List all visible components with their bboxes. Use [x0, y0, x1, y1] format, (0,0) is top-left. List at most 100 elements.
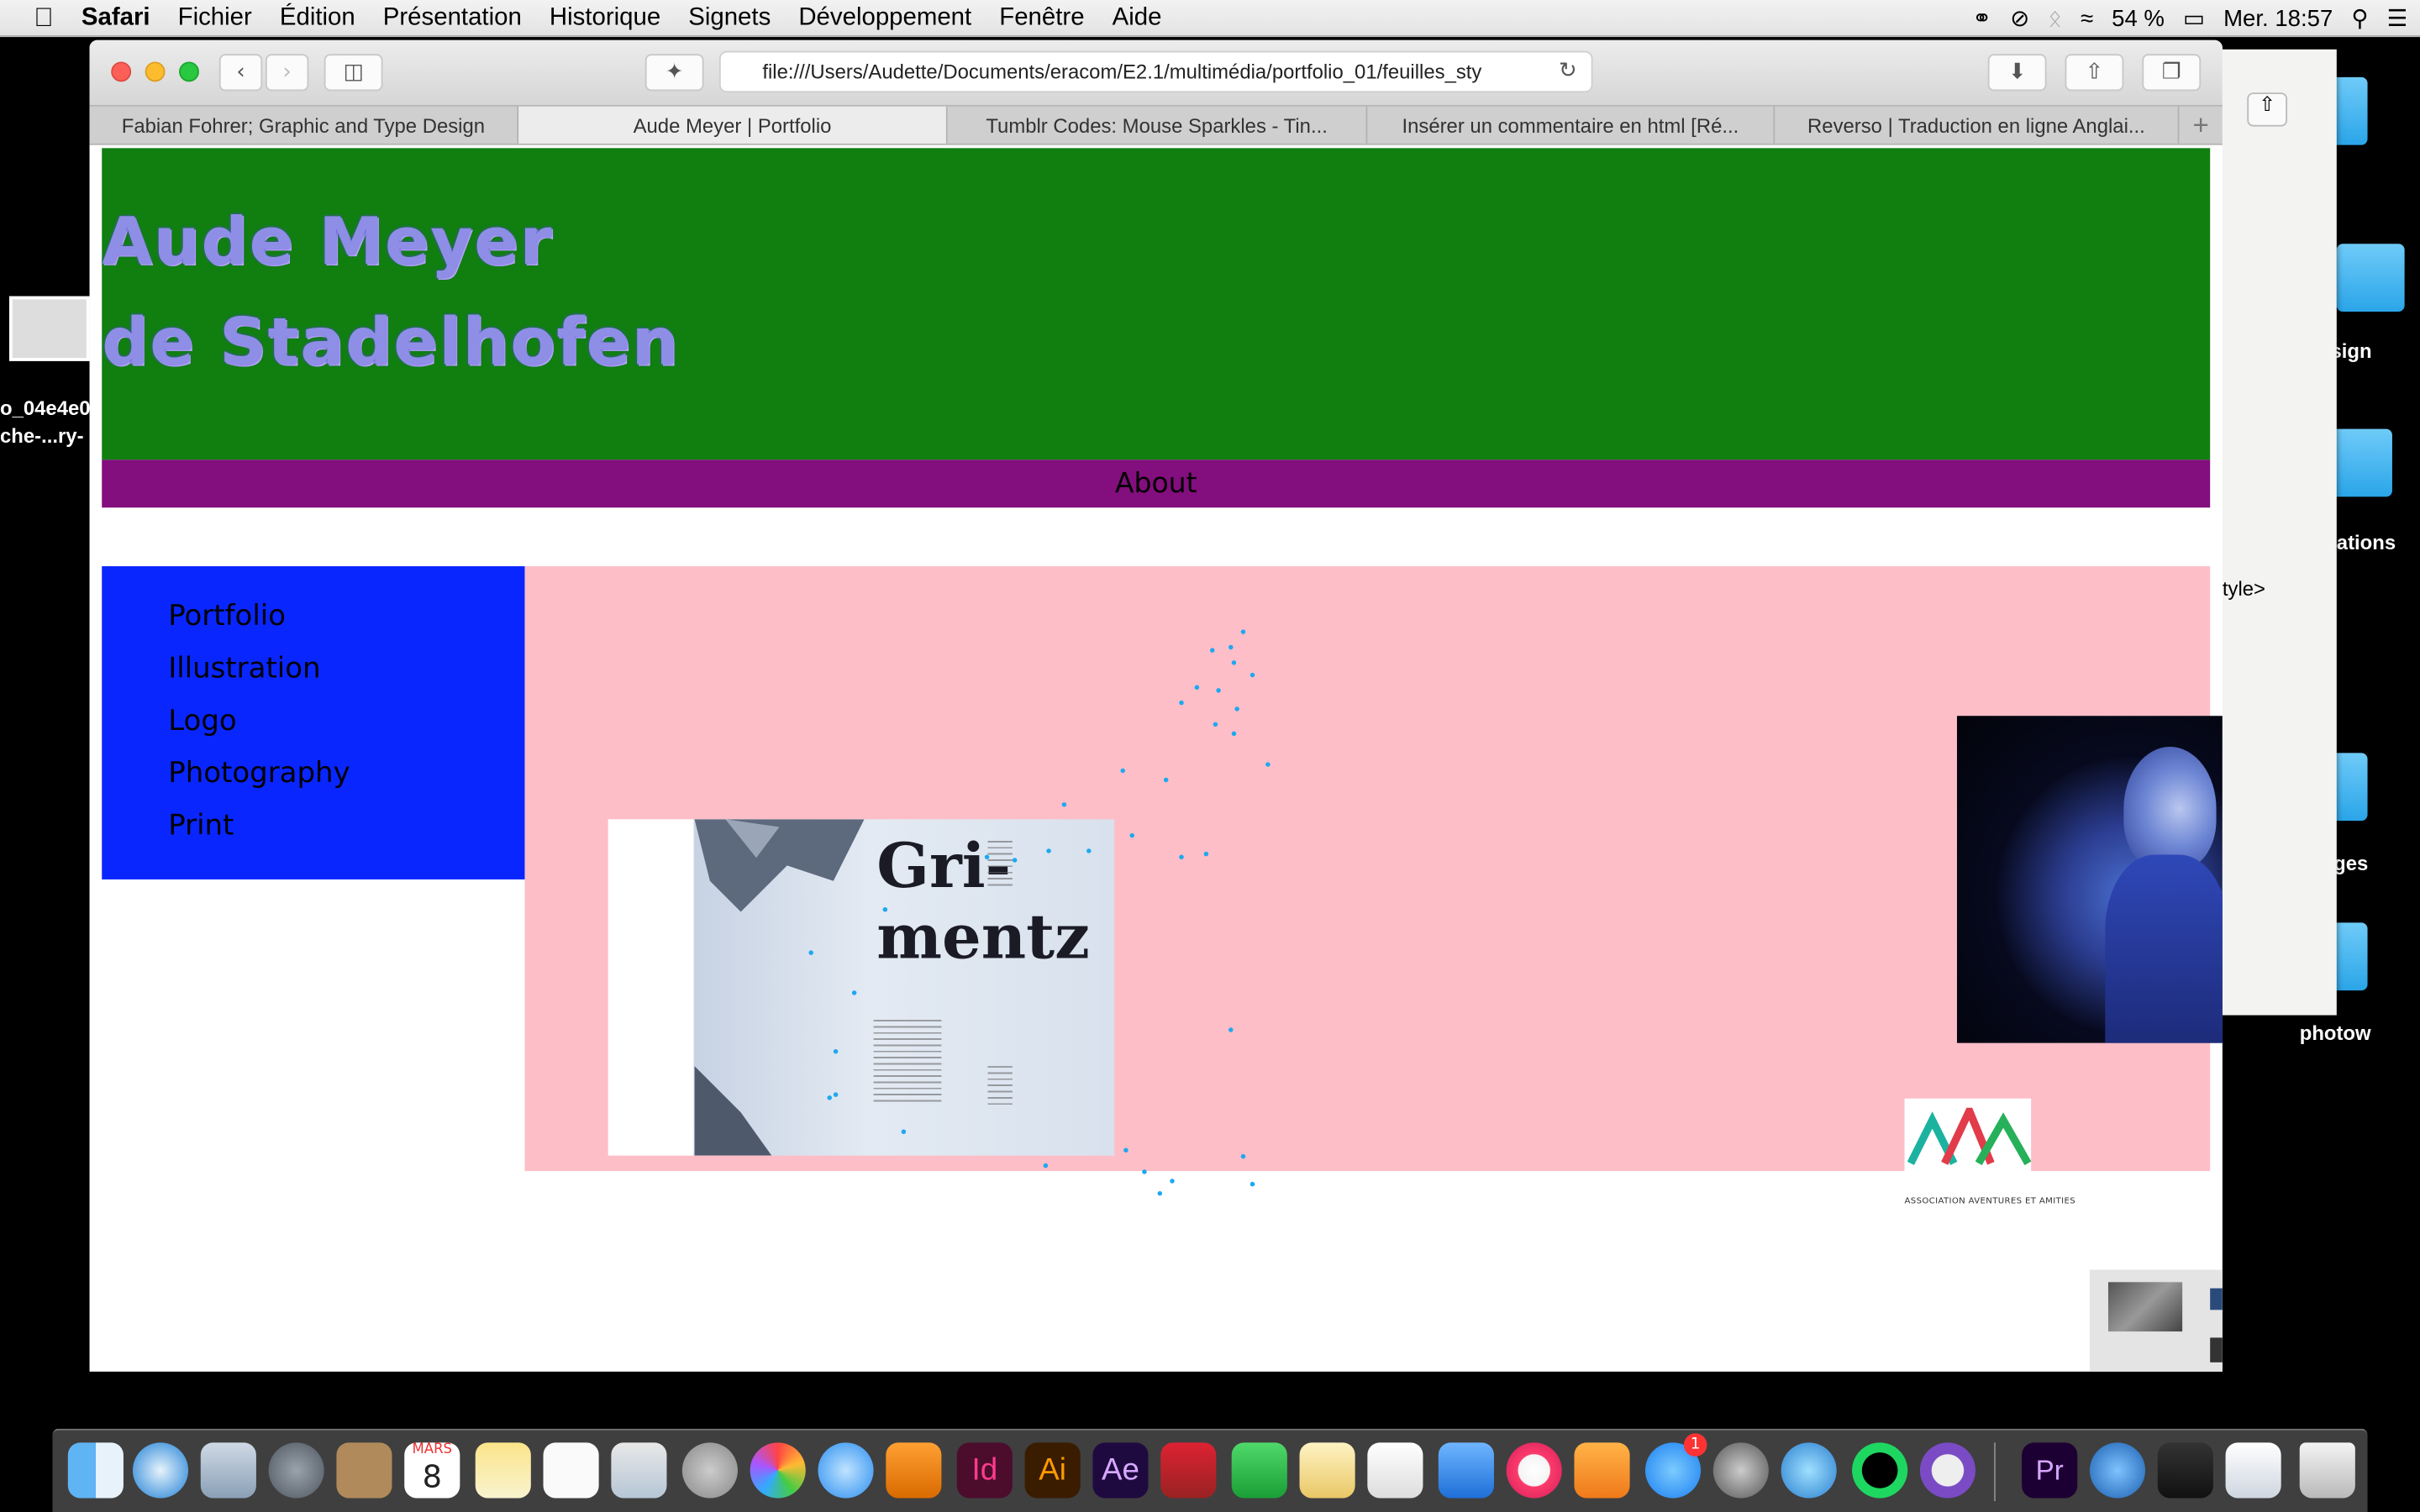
- facetime-icon[interactable]: [1231, 1442, 1287, 1499]
- sublime-text-icon[interactable]: [886, 1442, 942, 1499]
- globe-icon[interactable]: [2089, 1442, 2146, 1499]
- menu-developpement[interactable]: Développement: [785, 4, 986, 32]
- tab-inserer-commentaire[interactable]: Insérer un commentaire en html [Ré...: [1367, 106, 1776, 144]
- minimize-window-icon[interactable]: [145, 61, 166, 82]
- messages-icon[interactable]: [818, 1442, 874, 1499]
- menu-edition[interactable]: Édition: [266, 4, 369, 32]
- battery-icon[interactable]: ▭: [2183, 5, 2205, 33]
- back-button[interactable]: ‹: [218, 54, 263, 92]
- forward-button[interactable]: ›: [265, 54, 309, 92]
- desktop-file-thumbnail[interactable]: [9, 296, 90, 361]
- downloads-button[interactable]: ⬇: [1987, 54, 2047, 92]
- text-editor-window-edge[interactable]: ⇧ tyle>: [2216, 49, 2337, 1016]
- extension-button[interactable]: ✦: [644, 54, 704, 92]
- sidebar-toggle-button[interactable]: ◫: [324, 54, 383, 92]
- folder-icon[interactable]: [2336, 244, 2405, 312]
- network-utility-icon[interactable]: [1781, 1442, 1837, 1499]
- thumbnail-image[interactable]: [2107, 1282, 2183, 1332]
- gif-brewery-icon[interactable]: [681, 1442, 738, 1499]
- portrait-photo[interactable]: [1956, 716, 2223, 1043]
- indesign-icon[interactable]: Id: [956, 1442, 1013, 1499]
- launchpad-icon[interactable]: [268, 1442, 324, 1499]
- textedit-icon[interactable]: [1299, 1442, 1355, 1499]
- site-title-line-2: de Stadelhofen: [102, 303, 680, 380]
- keynote-icon[interactable]: [1438, 1442, 1494, 1499]
- thumbnail-image[interactable]: [2210, 1337, 2223, 1362]
- after-effects-icon[interactable]: Ae: [1092, 1442, 1149, 1499]
- sidebar-item-print[interactable]: Print: [168, 801, 524, 853]
- sidebar-item-illustration[interactable]: Illustration: [168, 643, 524, 696]
- finder-icon[interactable]: [67, 1442, 124, 1499]
- stacked-thumbnails[interactable]: [2089, 1269, 2223, 1372]
- clock[interactable]: Mer. 18:57: [2223, 5, 2333, 31]
- ibooks-icon[interactable]: [1574, 1442, 1630, 1499]
- sparkle-dot: [1123, 1147, 1128, 1153]
- contacts-icon[interactable]: [336, 1442, 392, 1499]
- menu-signets[interactable]: Signets: [675, 4, 785, 32]
- desktop-file-label-1[interactable]: o_04e4e0: [0, 396, 91, 420]
- system-preferences-icon[interactable]: [1712, 1442, 1769, 1499]
- reload-icon[interactable]: ↻: [1559, 59, 1577, 83]
- sidebar-item-portfolio[interactable]: Portfolio: [168, 591, 524, 643]
- preview-icon[interactable]: [611, 1442, 667, 1499]
- notes-icon[interactable]: [475, 1442, 531, 1499]
- numbers-icon[interactable]: [1367, 1442, 1423, 1499]
- github-desktop-icon[interactable]: [1919, 1442, 1976, 1499]
- premiere-project-icon[interactable]: Pr: [2022, 1442, 2078, 1499]
- tab-tumblr-codes[interactable]: Tumblr Codes: Mouse Sparkles - Tin...: [948, 106, 1368, 144]
- menu-fichier[interactable]: Fichier: [164, 4, 266, 32]
- sidebar-item-photography[interactable]: Photography: [168, 748, 524, 801]
- do-not-disturb-icon[interactable]: ⊘: [2010, 5, 2029, 33]
- mountain-graphic: [694, 819, 865, 1156]
- itunes-icon[interactable]: [1506, 1442, 1562, 1499]
- new-tab-button[interactable]: +: [2179, 107, 2222, 144]
- aaa-logo[interactable]: ASSOCIATION AVENTURES ET AMITIES: [1904, 1098, 2075, 1206]
- app-store-badge: 1: [1683, 1433, 1707, 1457]
- downloads-stack-icon[interactable]: [2157, 1442, 2213, 1499]
- reminders-icon[interactable]: [543, 1442, 599, 1499]
- thumbnail-image[interactable]: [2210, 1288, 2223, 1310]
- nav-about-link[interactable]: About: [1115, 468, 1197, 501]
- calendar-month: MARS: [412, 1442, 453, 1458]
- spotify-icon[interactable]: [1852, 1442, 1908, 1499]
- calendar-icon[interactable]: MARS 8: [404, 1442, 460, 1499]
- illustrator-icon[interactable]: Ai: [1024, 1442, 1081, 1499]
- archive-utility-icon[interactable]: [1160, 1442, 1217, 1499]
- bluetooth-icon[interactable]: ᛟ: [2048, 5, 2062, 31]
- menu-historique[interactable]: Historique: [535, 4, 674, 32]
- apple-icon[interactable]: : [0, 3, 67, 34]
- dock: MARS 8 Id Ai Ae 1 Pr: [52, 1428, 2368, 1512]
- aaa-logo-mark: [1907, 1107, 2032, 1166]
- desktop-folder-label[interactable]: ations: [2337, 531, 2396, 554]
- share-button[interactable]: ⇧: [2065, 54, 2124, 92]
- sidebar-item-logo[interactable]: Logo: [168, 696, 524, 748]
- wifi-icon[interactable]: ≈: [2081, 5, 2093, 31]
- tab-reverso[interactable]: Reverso | Traduction en ligne Anglai...: [1775, 106, 2180, 144]
- menu-presentation[interactable]: Présentation: [369, 4, 535, 32]
- menu-aide[interactable]: Aide: [1098, 4, 1176, 32]
- menu-fenetre[interactable]: Fenêtre: [986, 4, 1098, 32]
- photos-icon[interactable]: [750, 1442, 806, 1499]
- battery-percent[interactable]: 54 %: [2112, 5, 2165, 31]
- creative-cloud-icon[interactable]: ⚭: [1972, 5, 1991, 33]
- close-window-icon[interactable]: [111, 61, 132, 82]
- zoom-window-icon[interactable]: [179, 61, 199, 82]
- tab-fabian-fohrer[interactable]: Fabian Fohrer; Graphic and Type Design: [90, 106, 519, 144]
- app-store-icon[interactable]: 1: [1644, 1433, 1707, 1499]
- safari-icon[interactable]: [132, 1442, 189, 1499]
- mail-icon[interactable]: [200, 1442, 256, 1499]
- address-bar[interactable]: file:///Users/Audette/Documents/eracom/E…: [718, 50, 1593, 93]
- menu-app-name[interactable]: Safari: [67, 4, 164, 32]
- spotlight-icon[interactable]: ⚲: [2351, 5, 2368, 33]
- desktop-folder-label[interactable]: photow: [2300, 1021, 2371, 1045]
- trash-icon[interactable]: [2299, 1442, 2355, 1499]
- desktop-folder-label[interactable]: sign: [2330, 339, 2371, 363]
- desktop-file-label-2[interactable]: che-...ry-: [0, 424, 84, 448]
- grimentz-poster-image[interactable]: Gri- mentz: [608, 819, 1115, 1156]
- share-icon[interactable]: ⇧: [2247, 92, 2288, 127]
- documents-stack-icon[interactable]: [2225, 1442, 2281, 1499]
- tab-overview-button[interactable]: ❐: [2142, 54, 2202, 92]
- tab-portfolio[interactable]: Aude Meyer | Portfolio: [518, 106, 948, 144]
- notification-center-icon[interactable]: ☰: [2387, 5, 2408, 33]
- desktop-folder-label[interactable]: ges: [2333, 852, 2368, 875]
